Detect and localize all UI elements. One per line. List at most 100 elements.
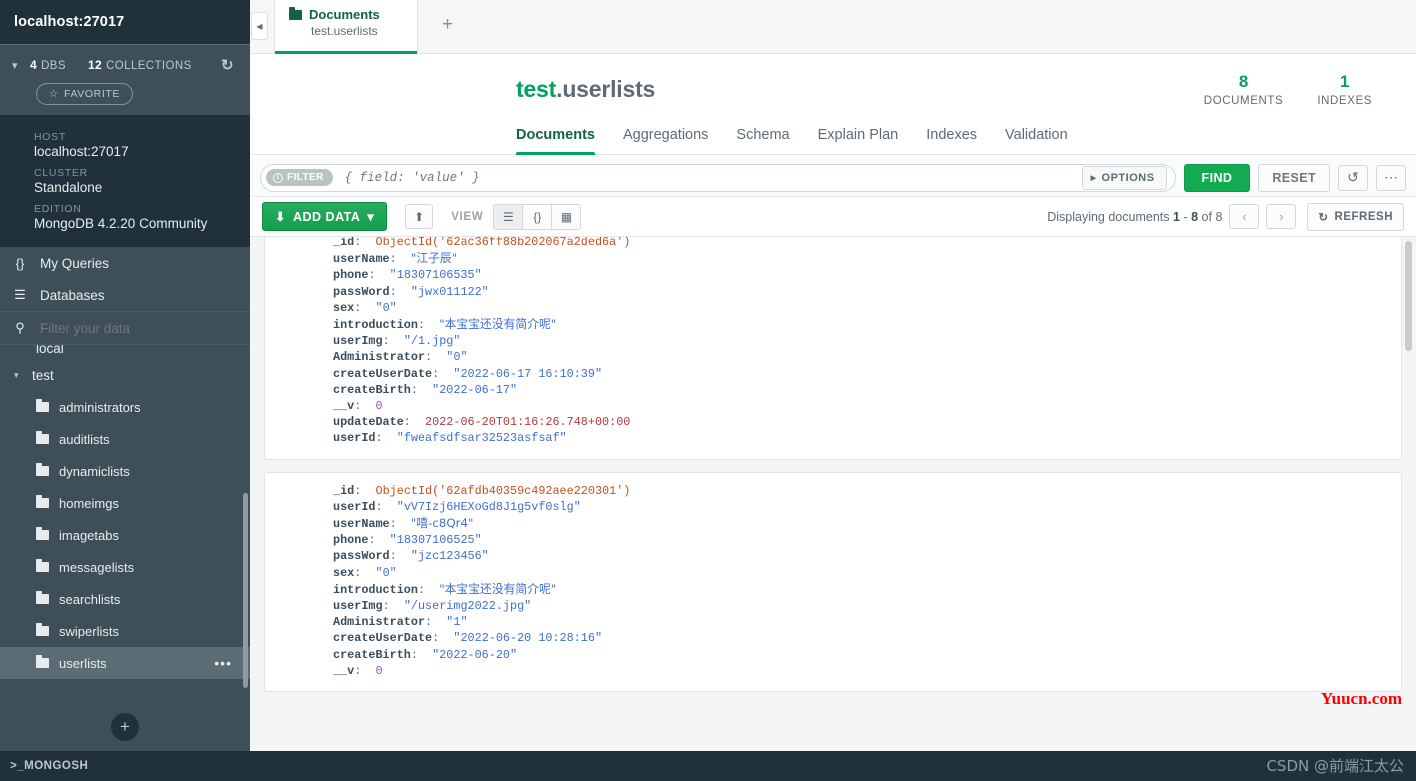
document-field: phone: "18307106535": [265, 267, 1401, 283]
dbs-count-group: 4 DBS: [30, 58, 66, 72]
filter-input-wrapper[interactable]: i FILTER ▶ OPTIONS: [260, 163, 1176, 192]
prev-page-button[interactable]: ‹: [1229, 204, 1260, 229]
sidebar-collection-dynamiclists[interactable]: dynamiclists: [0, 455, 250, 487]
new-tab-button[interactable]: +: [418, 0, 453, 53]
displaying-prefix: Displaying documents: [1047, 209, 1170, 224]
collection-menu-icon[interactable]: •••: [214, 655, 232, 671]
document-field: passWord: "jzc123456": [265, 548, 1401, 564]
documents-scrollbar[interactable]: [1405, 241, 1412, 351]
document-card[interactable]: _id: ObjectId('62ac36ff88b202067a2ded6a'…: [264, 237, 1402, 460]
tab-title-row: Documents: [289, 6, 417, 22]
field-key: introduction: [333, 582, 418, 597]
tab-aggregations[interactable]: Aggregations: [609, 127, 722, 154]
options-button[interactable]: ▶ OPTIONS: [1081, 165, 1167, 190]
document-card[interactable]: _id: ObjectId('62afdb40359c492aee220301'…: [264, 471, 1402, 693]
document-field: sex: "0": [265, 300, 1401, 316]
field-separator: :: [403, 415, 426, 430]
field-key: sex: [333, 565, 355, 580]
displaying-text: Displaying documents 1 - 8 of 8: [1047, 210, 1222, 224]
tab-validation[interactable]: Validation: [991, 127, 1082, 154]
refresh-icon[interactable]: ↻: [221, 56, 238, 74]
tree-db-test[interactable]: ▾ test: [0, 359, 250, 391]
tab-title: Documents: [309, 7, 380, 22]
tab-documents[interactable]: Documents test.userlists: [274, 0, 418, 54]
add-database-button[interactable]: +: [111, 713, 139, 741]
tab-subtitle: test.userlists: [311, 24, 378, 38]
collection-label: messagelists: [59, 559, 135, 575]
filter-badge-label: FILTER: [287, 172, 324, 183]
field-separator: :: [375, 431, 397, 446]
field-key: userName: [333, 517, 390, 532]
collections-count: 12: [87, 58, 103, 72]
ellipsis-icon[interactable]: ⋯: [1376, 164, 1406, 191]
sidebar-scrollbar[interactable]: [243, 493, 248, 688]
field-value: "2022-06-20 10:28:16": [453, 631, 603, 646]
field-value: ObjectId('62ac36ff88b202067a2ded6a'): [375, 237, 631, 249]
range-end: 8: [1191, 209, 1199, 224]
filter-your-data-input[interactable]: [40, 320, 220, 336]
add-data-button[interactable]: ⬇ ADD DATA ▾: [262, 202, 388, 231]
tab-explain-plan[interactable]: Explain Plan: [804, 127, 913, 154]
json-view-icon[interactable]: {}: [522, 203, 553, 230]
filter-badge[interactable]: i FILTER: [266, 169, 333, 186]
sidebar-collection-imagetabs[interactable]: imagetabs: [0, 519, 250, 551]
field-separator: :: [368, 533, 390, 548]
field-value: "/userimg2022.jpg": [403, 599, 532, 614]
total-count: 8: [1215, 209, 1223, 224]
refresh-button[interactable]: ↻ REFRESH: [1307, 202, 1404, 231]
chevron-down-icon[interactable]: ▾: [12, 59, 30, 72]
field-key: userId: [333, 431, 376, 446]
find-button[interactable]: FIND: [1183, 163, 1251, 192]
field-key: __v: [333, 663, 355, 678]
list-view-icon[interactable]: ☰: [493, 203, 524, 230]
sidebar-item-databases[interactable]: ☰ Databases: [0, 279, 250, 311]
history-icon[interactable]: ↺: [1338, 164, 1368, 191]
filter-query-input[interactable]: [344, 170, 1082, 185]
table-view-icon[interactable]: ▦: [551, 203, 582, 230]
reset-button[interactable]: RESET: [1258, 163, 1330, 192]
field-separator: :: [432, 366, 454, 381]
field-value: "jwx011122": [410, 284, 489, 299]
next-page-button[interactable]: ›: [1266, 204, 1297, 229]
document-field: introduction: "本宝宝还没有简介呢": [265, 316, 1401, 333]
tab-indexes[interactable]: Indexes: [912, 127, 991, 154]
collapse-sidebar-button[interactable]: ◀: [251, 12, 268, 40]
sidebar-add-row: +: [0, 703, 250, 751]
sidebar-collection-userlists[interactable]: userlists •••: [0, 647, 250, 679]
stat-documents-label: DOCUMENTS: [1203, 95, 1284, 107]
field-key: updateDate: [333, 415, 404, 430]
mongosh-shell-toggle[interactable]: >_MONGOSH: [0, 751, 250, 781]
field-value: ObjectId('62afdb40359c492aee220301'): [375, 483, 631, 498]
document-field: sex: "0": [265, 565, 1401, 581]
field-key: createBirth: [333, 647, 411, 662]
tab-documents-view[interactable]: Documents: [516, 127, 609, 155]
folder-icon: [36, 655, 49, 668]
field-value: "fweafsdfsar32523asfsaf": [396, 431, 567, 446]
sidebar-collection-messagelists[interactable]: messagelists: [0, 551, 250, 583]
documents-toolbar: ⬇ ADD DATA ▾ ⬆ VIEW ☰ {} ▦ Displaying do…: [250, 197, 1416, 237]
field-separator: :: [354, 300, 376, 315]
sidebar-filter-row[interactable]: ⚲: [0, 311, 250, 345]
collection-stats: 8 DOCUMENTS 1 INDEXES: [1204, 72, 1372, 107]
chevron-down-icon: ▾: [367, 210, 375, 224]
field-value: 0: [375, 399, 383, 414]
search-icon: ⚲: [15, 320, 25, 335]
sidebar-collection-homeimgs[interactable]: homeimgs: [0, 487, 250, 519]
field-key: passWord: [333, 284, 390, 299]
info-value-host: localhost:27017: [34, 144, 129, 159]
sidebar-collection-searchlists[interactable]: searchlists: [0, 583, 250, 615]
chevron-right-icon: ▶: [1090, 174, 1097, 182]
sidebar-collection-auditlists[interactable]: auditlists: [0, 423, 250, 455]
field-value: "0": [375, 565, 397, 580]
favorite-button[interactable]: ☆ FAVORITE: [36, 83, 133, 105]
sidebar-item-my-queries[interactable]: {} My Queries: [0, 247, 250, 279]
tab-schema[interactable]: Schema: [722, 127, 803, 154]
connection-title: localhost:27017: [0, 0, 250, 44]
field-value: "嘻-c8Qr4": [410, 516, 474, 531]
sidebar-collection-administrators[interactable]: administrators: [0, 391, 250, 423]
export-icon[interactable]: ⬆: [405, 204, 434, 229]
options-label: OPTIONS: [1101, 171, 1155, 184]
sidebar-collection-swiperlists[interactable]: swiperlists: [0, 615, 250, 647]
refresh-label: REFRESH: [1334, 210, 1393, 223]
sidebar-nav: {} My Queries ☰ Databases: [0, 247, 250, 311]
